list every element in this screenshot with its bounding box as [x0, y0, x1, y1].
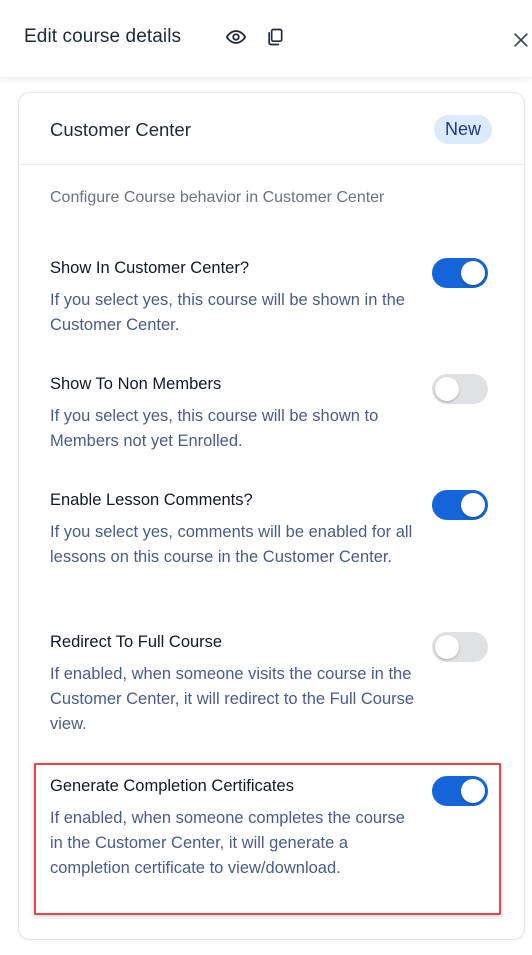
toggle-enable-lesson-comments[interactable] [432, 490, 488, 520]
setting-help: If enabled, when someone visits the cour… [50, 665, 415, 733]
card-header: Customer Center New [19, 93, 524, 165]
toggle-show-to-non-members[interactable] [432, 374, 488, 404]
toggle-knob [461, 779, 485, 803]
customer-center-card: Customer Center New Configure Course beh… [18, 92, 525, 940]
setting-redirect-to-full-course: Redirect To Full Course If enabled, when… [50, 632, 490, 737]
setting-help: If enabled, when someone completes the c… [50, 809, 405, 877]
toggle-knob [461, 493, 485, 517]
toggle-knob [435, 635, 459, 659]
setting-help: If you select yes, comments will be enab… [50, 523, 413, 566]
setting-title: Show To Non Members [50, 375, 222, 393]
setting-show-in-customer-center: Show In Customer Center? If you select y… [50, 258, 490, 338]
toggle-generate-completion-certificates[interactable] [432, 776, 488, 806]
toggle-redirect-to-full-course[interactable] [432, 632, 488, 662]
new-badge: New [433, 115, 492, 144]
setting-enable-lesson-comments: Enable Lesson Comments? If you select ye… [50, 490, 490, 570]
setting-generate-completion-certificates: Generate Completion Certificates If enab… [50, 776, 490, 881]
close-icon[interactable] [509, 28, 532, 52]
setting-title: Show In Customer Center? [50, 259, 250, 277]
panel-header: Edit course details [0, 0, 532, 78]
eye-icon[interactable] [225, 26, 247, 48]
toggle-show-in-customer-center[interactable] [432, 258, 488, 288]
copy-icon[interactable] [264, 26, 286, 48]
panel-title: Edit course details [24, 26, 182, 47]
toggle-knob [435, 377, 459, 401]
card-description: Configure Course behavior in Customer Ce… [50, 189, 385, 206]
setting-title: Redirect To Full Course [50, 633, 223, 651]
card-title: Customer Center [50, 119, 191, 140]
setting-title: Enable Lesson Comments? [50, 491, 253, 509]
setting-help: If you select yes, this course will be s… [50, 291, 405, 334]
setting-help: If you select yes, this course will be s… [50, 407, 379, 450]
setting-show-to-non-members: Show To Non Members If you select yes, t… [50, 374, 490, 454]
setting-title: Generate Completion Certificates [50, 777, 294, 795]
toggle-knob [461, 261, 485, 285]
